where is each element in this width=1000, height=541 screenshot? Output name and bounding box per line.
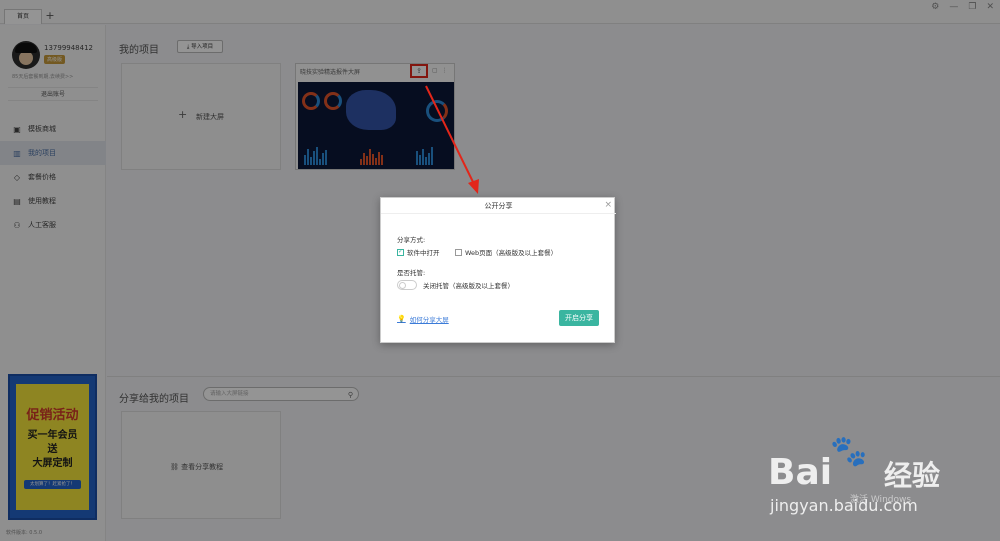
- start-sharing-button[interactable]: 开启分享: [559, 310, 599, 326]
- hosting-toggle-label: 关闭托管（高级版及以上套餐）: [423, 282, 514, 290]
- hosting-toggle[interactable]: [397, 280, 417, 290]
- share-dialog: 公开分享 × 分享方式: ✓ 软件中打开 Web页面（高级版及以上套餐） 是否托…: [380, 197, 616, 343]
- lightbulb-icon: 💡: [397, 315, 406, 323]
- hosting-label: 是否托管:: [397, 269, 426, 277]
- watermark-cn: 经验: [884, 459, 941, 492]
- windows-activation-text: 激活 Windows: [850, 495, 912, 505]
- close-icon[interactable]: ×: [604, 200, 612, 210]
- dialog-title: 公开分享: [484, 202, 513, 210]
- share-method-label: 分享方式:: [397, 236, 426, 244]
- checkbox-icon[interactable]: [455, 248, 462, 256]
- how-to-share-link[interactable]: 💡 如何分享大屏: [397, 314, 449, 324]
- watermark: Bai 🐾 经验 jingyan.baidu.com 激活 Windows: [760, 432, 960, 522]
- watermark-brand: Bai: [768, 452, 833, 493]
- option-open-in-software[interactable]: ✓ 软件中打开: [397, 247, 440, 257]
- option-web-page[interactable]: Web页面（高级版及以上套餐）: [455, 247, 557, 257]
- paw-icon: 🐾: [830, 434, 868, 469]
- dialog-header: 公开分享 ×: [381, 198, 616, 214]
- checkbox-checked-icon[interactable]: ✓: [397, 248, 404, 256]
